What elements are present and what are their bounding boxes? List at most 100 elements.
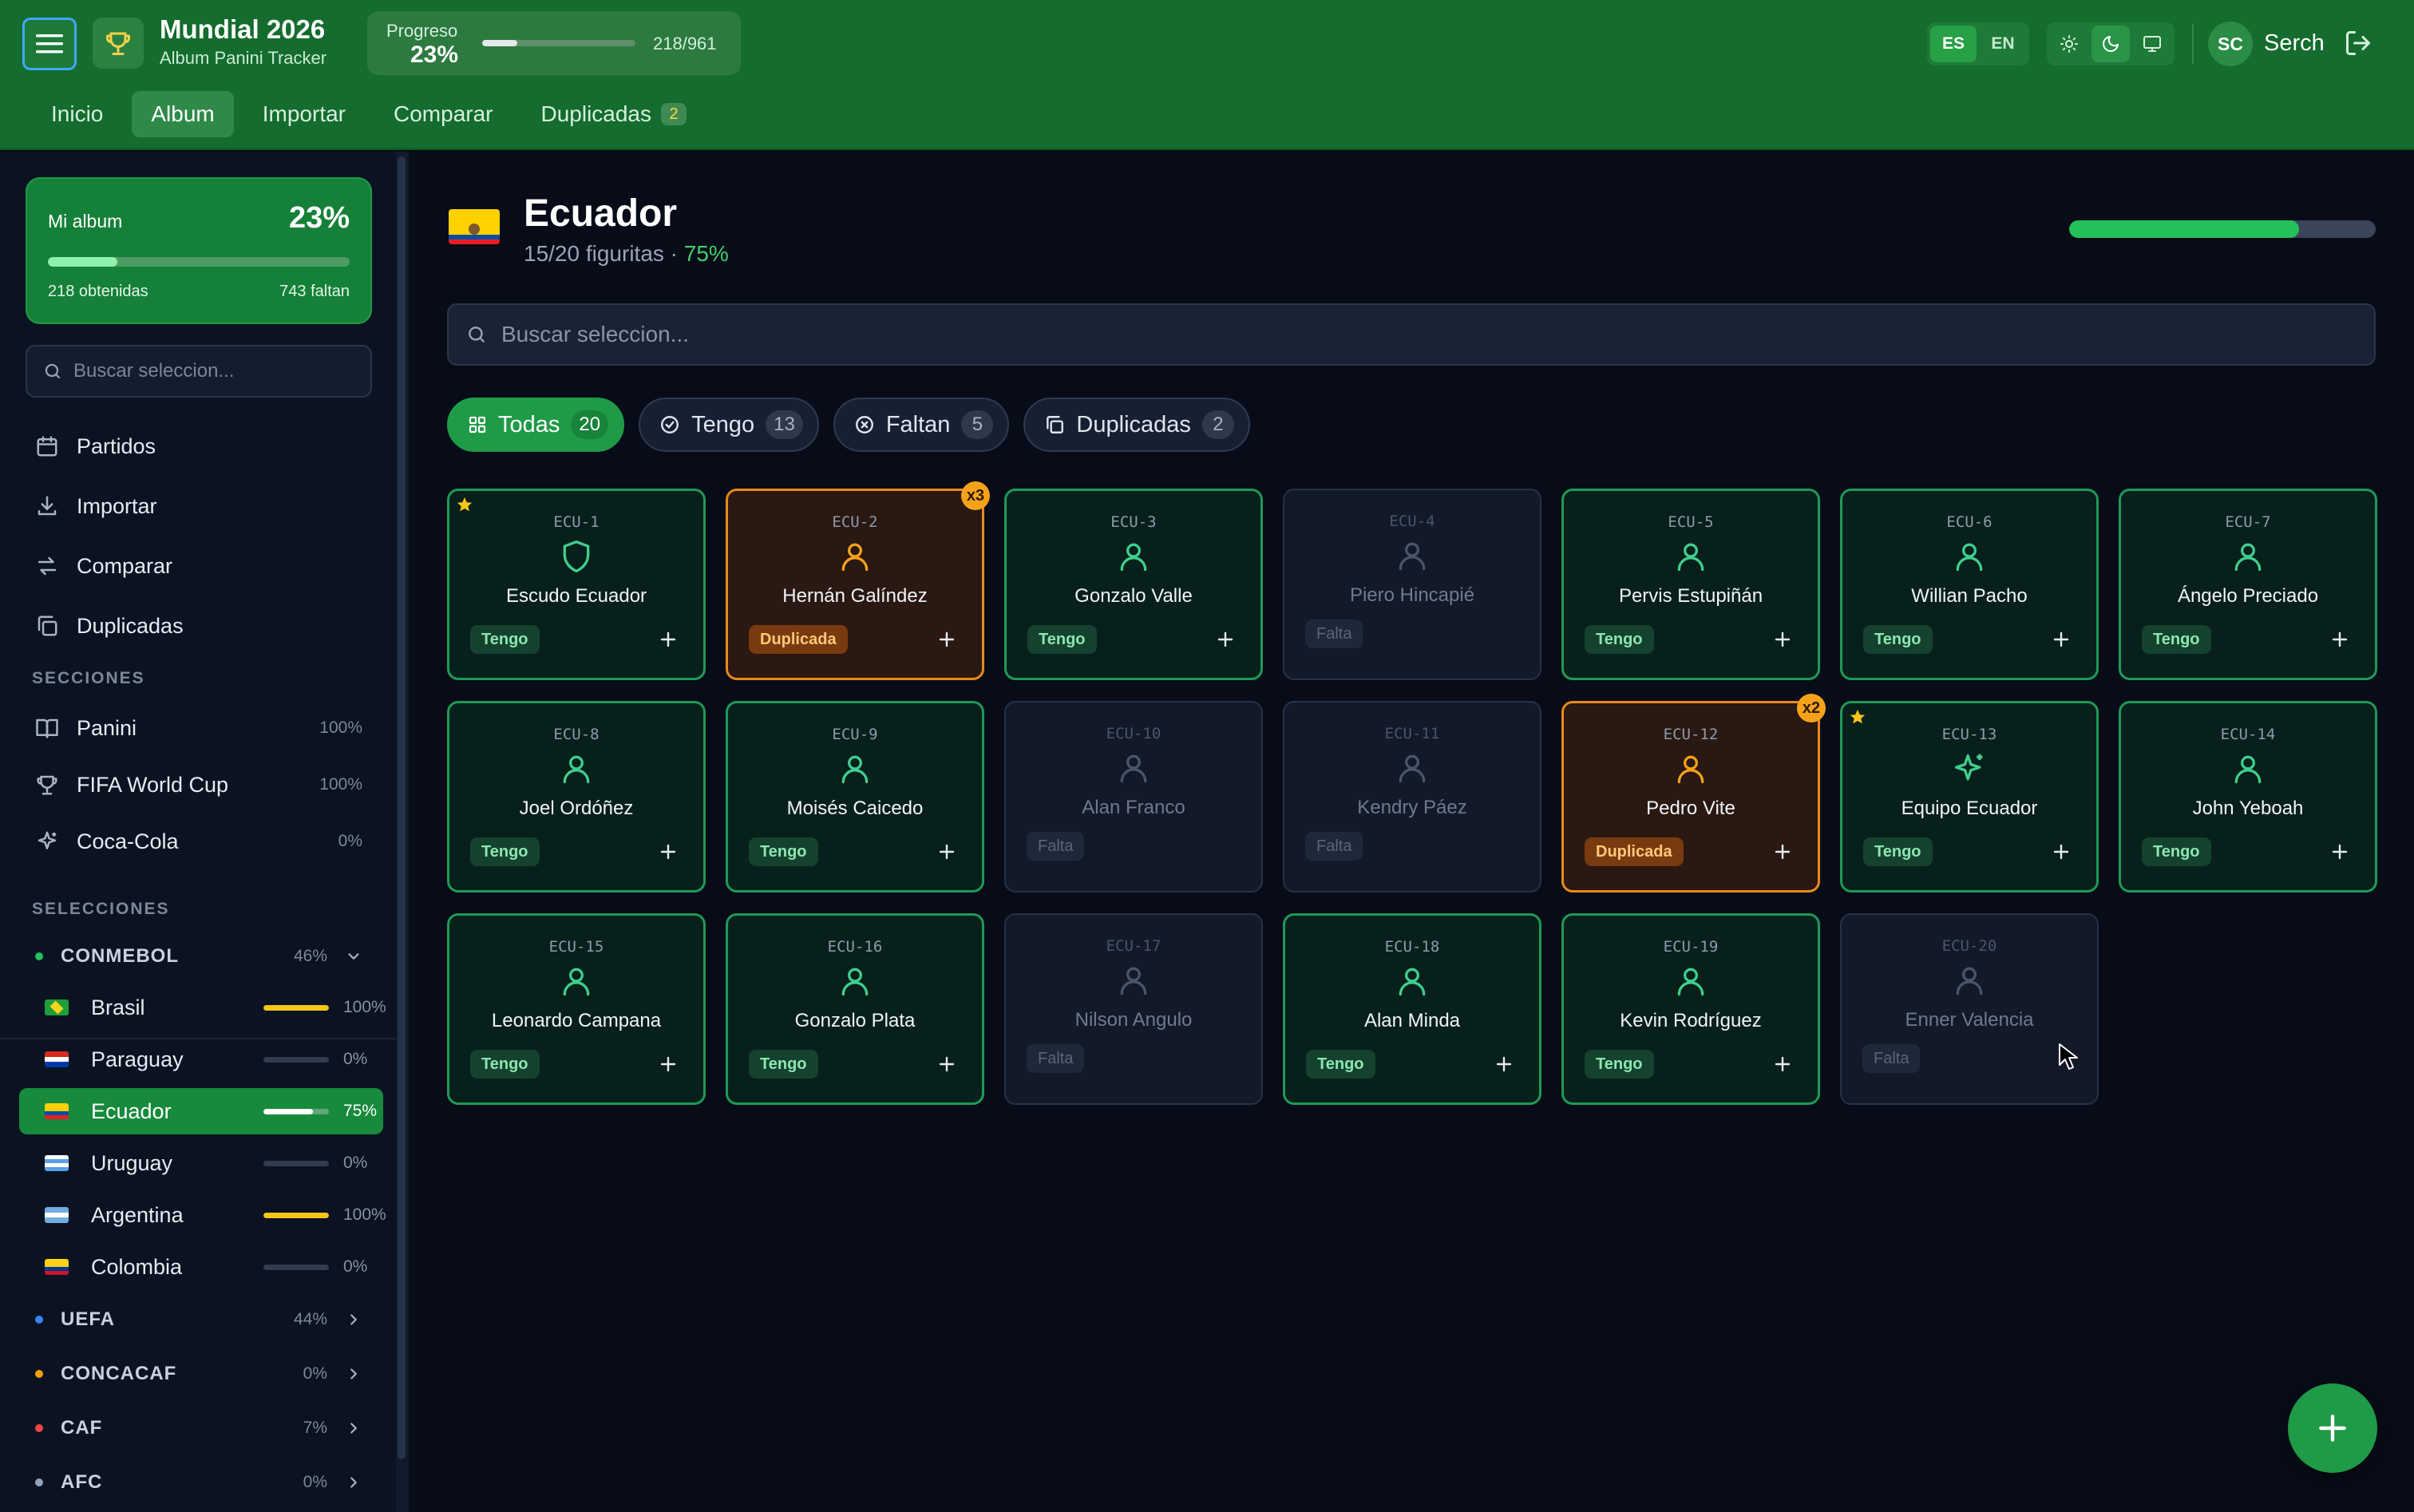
- main-content: Ecuador 15/20 figuritas · 75% Todas 20 T…: [409, 152, 2414, 1512]
- sticker-search-input[interactable]: [501, 322, 2337, 347]
- sticker-card-ecu-2[interactable]: x3 ECU-2 Hernán Galíndez Duplicada: [726, 481, 990, 680]
- add-copy-button[interactable]: [659, 1055, 678, 1074]
- plus-icon: [939, 844, 955, 860]
- filter-faltan[interactable]: Faltan 5: [833, 398, 1010, 452]
- add-copy-button[interactable]: [937, 1055, 956, 1074]
- add-copy-button[interactable]: [1773, 1055, 1792, 1074]
- team-item-brasil[interactable]: Brasil 100%: [19, 984, 386, 1031]
- team-item-ecuador[interactable]: Ecuador 75%: [19, 1088, 383, 1134]
- sticker-code: ECU-10: [1106, 725, 1161, 742]
- filter-duplicadas[interactable]: Duplicadas 2: [1023, 398, 1250, 452]
- sticker-card-ecu-10[interactable]: ECU-10 Alan Franco Falta: [1004, 701, 1263, 893]
- filter-label: Faltan: [885, 411, 951, 437]
- add-copy-button[interactable]: [659, 630, 678, 649]
- filter-tengo[interactable]: Tengo 13: [639, 398, 819, 452]
- sticker-card-ecu-5[interactable]: ECU-5 Pervis Estupiñán Tengo: [1561, 489, 1820, 680]
- team-progress-bar: [2069, 220, 2376, 238]
- menu-button[interactable]: [22, 18, 77, 70]
- conf-caf[interactable]: CAF 7%: [35, 1408, 362, 1448]
- lang-en-button[interactable]: EN: [1980, 26, 2026, 62]
- add-copy-button[interactable]: [1494, 1055, 1514, 1074]
- sticker-card-ecu-19[interactable]: ECU-19 Kevin Rodríguez Tengo: [1561, 913, 1820, 1105]
- logout-button[interactable]: [2344, 29, 2372, 61]
- sticker-card-ecu-7[interactable]: ECU-7 Ángelo Preciado Tengo: [2119, 489, 2377, 680]
- conf-label: CONMEBOL: [61, 945, 179, 967]
- sticker-card-ecu-9[interactable]: ECU-9 Moisés Caicedo Tengo: [726, 701, 984, 893]
- tab-inicio[interactable]: Inicio: [32, 91, 122, 137]
- add-copy-button[interactable]: [1216, 630, 1235, 649]
- sticker-card-ecu-18[interactable]: ECU-18 Alan Minda Tengo: [1283, 913, 1541, 1105]
- lang-es-button[interactable]: ES: [1930, 26, 1977, 62]
- sticker-card-ecu-20[interactable]: ECU-20 Enner Valencia Falta: [1840, 913, 2099, 1105]
- tab-duplicadas[interactable]: Duplicadas 2: [521, 91, 706, 137]
- conf-uefa[interactable]: UEFA 44%: [35, 1300, 362, 1340]
- search-icon: [45, 363, 61, 379]
- app-logo: [93, 18, 144, 69]
- tab-comparar[interactable]: Comparar: [374, 91, 512, 137]
- flag-paraguay-icon: [45, 1051, 69, 1067]
- album-summary-card[interactable]: Mi album 23% 218 obtenidas 743 faltan: [26, 177, 372, 324]
- add-copy-button[interactable]: [1773, 630, 1792, 649]
- tab-importar[interactable]: Importar: [243, 91, 365, 137]
- copy-icon: [38, 615, 57, 636]
- person-icon: [1564, 751, 1818, 790]
- app-title: Mundial 2026: [160, 14, 326, 44]
- sticker-card-ecu-13[interactable]: ECU-13 Equipo Ecuador Tengo: [1840, 701, 2099, 893]
- sticker-card-ecu-3[interactable]: ECU-3 Gonzalo Valle Tengo: [1004, 489, 1263, 680]
- team-item-argentina[interactable]: Argentina 100%: [19, 1192, 386, 1238]
- person-icon: [449, 964, 703, 1002]
- add-copy-button[interactable]: [659, 842, 678, 861]
- conf-concacaf[interactable]: CONCACAF 0%: [35, 1354, 362, 1394]
- add-copy-button[interactable]: [2330, 630, 2349, 649]
- sticker-card-ecu-12[interactable]: x2 ECU-12 Pedro Vite Duplicada: [1561, 694, 1826, 893]
- sidebar-item-comparar[interactable]: Comparar: [35, 546, 172, 586]
- add-copy-button[interactable]: [1773, 842, 1792, 861]
- conf-label: AFC: [61, 1471, 103, 1493]
- sidebar-item-panini[interactable]: Panini 100%: [35, 708, 362, 748]
- team-item-colombia[interactable]: Colombia 0%: [19, 1244, 383, 1290]
- section-label: Panini: [77, 715, 137, 740]
- sticker-card-ecu-15[interactable]: ECU-15 Leonardo Campana Tengo: [447, 913, 706, 1105]
- sticker-card-ecu-4[interactable]: ECU-4 Piero Hincapié Falta: [1283, 489, 1541, 680]
- sticker-card-ecu-11[interactable]: ECU-11 Kendry Páez Falta: [1283, 701, 1541, 893]
- team-item-paraguay[interactable]: Paraguay 0%: [19, 1036, 383, 1083]
- add-copy-button[interactable]: [937, 630, 956, 649]
- sticker-card-ecu-14[interactable]: ECU-14 John Yeboah Tengo: [2119, 701, 2377, 893]
- check-circle-icon: [661, 416, 679, 433]
- theme-system-button[interactable]: [2133, 26, 2171, 62]
- tab-album[interactable]: Album: [132, 91, 234, 137]
- add-sticker-button[interactable]: [2288, 1383, 2377, 1473]
- sticker-card-ecu-8[interactable]: ECU-8 Joel Ordóñez Tengo: [447, 701, 706, 893]
- sticker-code: ECU-5: [1668, 513, 1714, 531]
- sidebar-item-fifa-world-cup[interactable]: FIFA World Cup 100%: [35, 765, 362, 805]
- sticker-status-badge: Falta: [1305, 619, 1363, 648]
- add-copy-button[interactable]: [2052, 630, 2071, 649]
- person-icon: [728, 751, 982, 790]
- avatar[interactable]: SC: [2208, 22, 2253, 66]
- sticker-card-ecu-1[interactable]: ECU-1 Escudo Ecuador Tengo: [447, 489, 706, 680]
- add-copy-button[interactable]: [937, 842, 956, 861]
- sidebar-item-duplicadas[interactable]: Duplicadas: [35, 606, 184, 646]
- add-copy-button[interactable]: [2052, 842, 2071, 861]
- sticker-card-ecu-16[interactable]: ECU-16 Gonzalo Plata Tengo: [726, 913, 984, 1105]
- sticker-card-ecu-17[interactable]: ECU-17 Nilson Angulo Falta: [1004, 913, 1263, 1105]
- team-summary: 15/20 figuritas · 75%: [524, 241, 729, 267]
- sticker-name: Joel Ordóñez: [519, 798, 634, 819]
- sticker-name: John Yeboah: [2192, 798, 2304, 819]
- theme-dark-button[interactable]: [2091, 26, 2130, 62]
- team-item-uruguay[interactable]: Uruguay 0%: [19, 1140, 383, 1186]
- theme-light-button[interactable]: [2050, 26, 2088, 62]
- sidebar-item-importar[interactable]: Importar: [35, 486, 157, 526]
- conf-afc[interactable]: AFC 0%: [35, 1463, 362, 1502]
- progress-count: 218/961: [653, 34, 717, 53]
- sticker-code: ECU-1: [553, 513, 600, 531]
- plus-icon: [660, 844, 676, 860]
- sidebar-item-coca-cola[interactable]: Coca-Cola 0%: [35, 821, 362, 861]
- sticker-card-ecu-6[interactable]: ECU-6 Willian Pacho Tengo: [1840, 489, 2099, 680]
- add-copy-button[interactable]: [2330, 842, 2349, 861]
- sidebar-search-input[interactable]: [73, 360, 361, 382]
- sidebar-item-partidos[interactable]: Partidos: [35, 426, 156, 466]
- conf-conmebol[interactable]: CONMEBOL 46%: [35, 936, 362, 976]
- sidebar-scrollbar-thumb[interactable]: [398, 156, 406, 1459]
- filter-todas[interactable]: Todas 20: [447, 398, 625, 452]
